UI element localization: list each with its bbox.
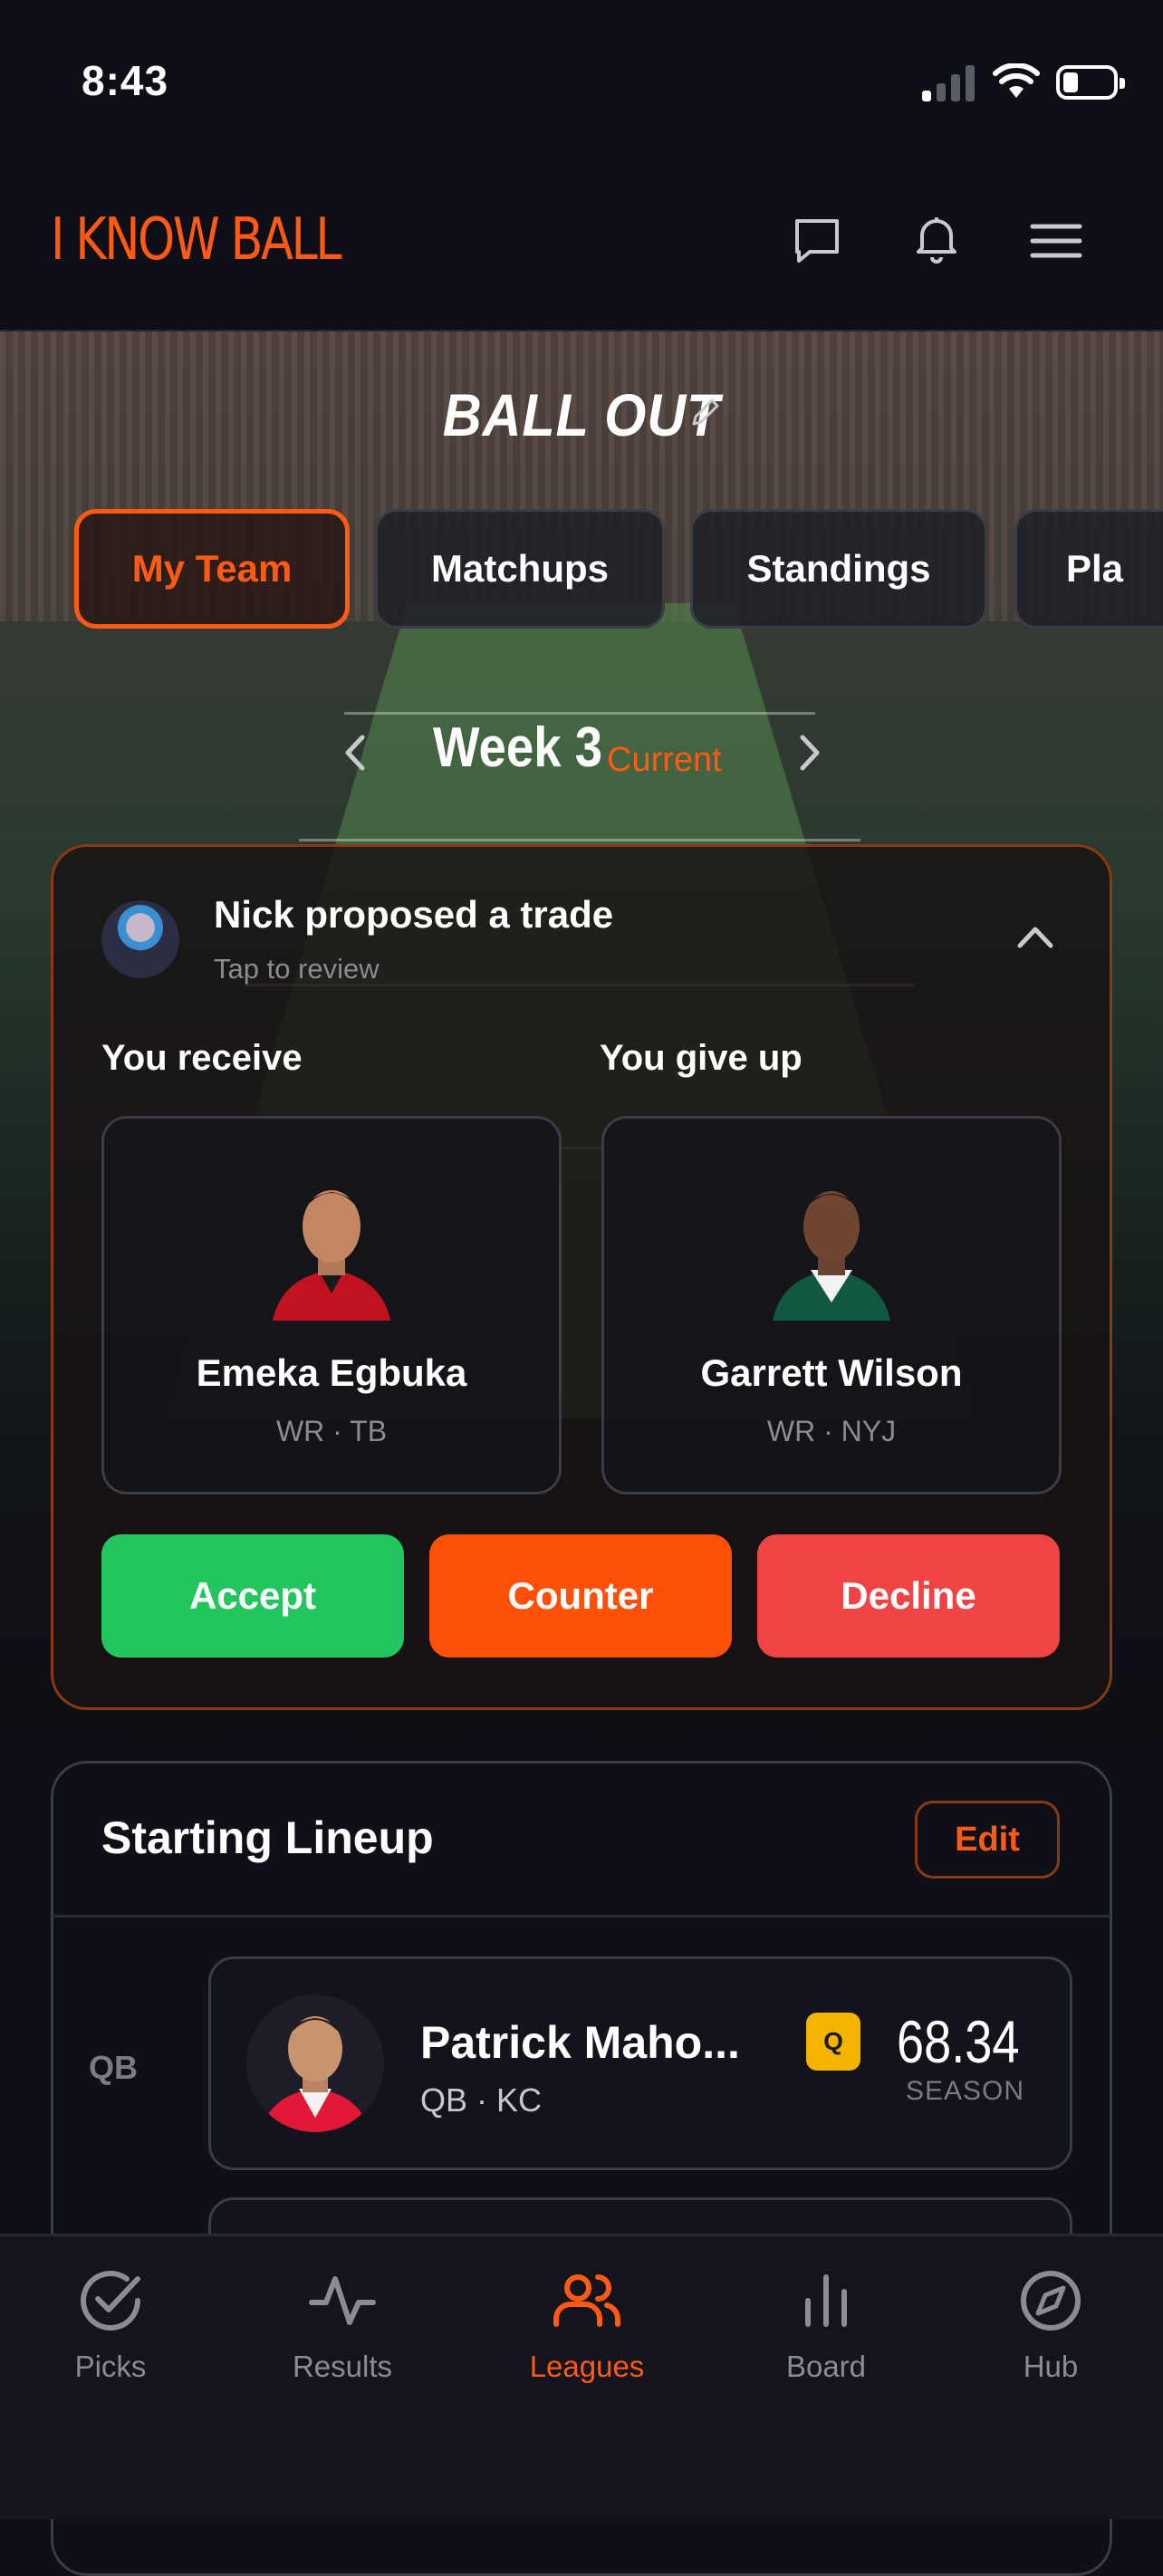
bell-icon[interactable]: [909, 210, 964, 264]
tab-players[interactable]: Pla: [1014, 509, 1163, 629]
chevron-left-icon[interactable]: [337, 730, 373, 775]
receive-heading: You receive: [101, 1038, 303, 1078]
users-icon: [553, 2274, 620, 2327]
status-badge: Q: [806, 2013, 860, 2071]
chat-icon[interactable]: [790, 214, 844, 268]
nav-results[interactable]: Results: [252, 2264, 433, 2384]
player-headshot-wilson: [773, 1191, 890, 1321]
bar-chart-icon: [805, 2274, 847, 2327]
nav-label: Results: [292, 2350, 393, 2383]
avatar: [101, 900, 179, 978]
lineup-player-name: Patrick Maho...: [420, 2017, 740, 2068]
score-label: SEASON: [906, 2076, 1025, 2106]
compass-icon: [1021, 2271, 1081, 2331]
week-status: Current: [607, 741, 722, 779]
tab-my-team[interactable]: My Team: [74, 509, 350, 629]
lineup-title: Starting Lineup: [101, 1812, 434, 1863]
cellular-signal-icon: [922, 63, 976, 101]
slot-label: QB: [89, 2049, 138, 2086]
accept-button[interactable]: Accept: [101, 1534, 404, 1658]
give-player-position: WR · NYJ: [766, 1415, 897, 1447]
league-title: BALL OUT: [442, 381, 721, 448]
give-heading: You give up: [600, 1038, 803, 1078]
tab-standings[interactable]: Standings: [690, 509, 987, 629]
status-bar: [0, 0, 1163, 163]
menu-icon[interactable]: [1029, 214, 1083, 268]
receive-player-name: Emeka Egbuka: [196, 1351, 467, 1394]
chevron-right-icon[interactable]: [792, 730, 828, 775]
edit-pencil-icon[interactable]: [687, 395, 723, 431]
nav-leagues[interactable]: Leagues: [496, 2264, 678, 2384]
divider: [53, 1915, 1110, 1918]
nav-label: Board: [785, 2350, 867, 2383]
player-headshot-mahomes: [246, 1994, 384, 2132]
player-headshot-egbuka: [273, 1190, 390, 1321]
nav-label: Hub: [1023, 2350, 1079, 2383]
week-label: Week 3: [433, 716, 603, 779]
brand-logo[interactable]: I KNOW BALL: [51, 207, 341, 274]
trade-title: Nick proposed a trade: [214, 893, 614, 936]
player-score: 68.34: [897, 2008, 1020, 2075]
tab-matchups[interactable]: Matchups: [375, 509, 665, 629]
nav-board[interactable]: Board: [735, 2264, 917, 2384]
lineup-player-position: QB · KC: [420, 2081, 543, 2119]
status-time: 8:43: [82, 57, 169, 104]
give-player-name: Garrett Wilson: [700, 1351, 963, 1394]
activity-icon: [309, 2276, 376, 2325]
nav-label: Leagues: [529, 2350, 645, 2383]
counter-button[interactable]: Counter: [429, 1534, 732, 1658]
receive-player-position: WR · TB: [275, 1415, 388, 1447]
nav-hub[interactable]: Hub: [960, 2264, 1141, 2384]
wifi-icon: [993, 63, 1040, 98]
check-circle-icon: [81, 2271, 140, 2331]
nav-picks[interactable]: Picks: [20, 2264, 201, 2384]
chevron-up-icon[interactable]: [1014, 920, 1056, 953]
battery-icon: [1056, 65, 1125, 100]
trade-subtitle: Tap to review: [214, 953, 380, 985]
nav-label: Picks: [74, 2350, 147, 2383]
decline-button[interactable]: Decline: [757, 1534, 1060, 1658]
edit-lineup-button[interactable]: Edit: [915, 1801, 1060, 1879]
